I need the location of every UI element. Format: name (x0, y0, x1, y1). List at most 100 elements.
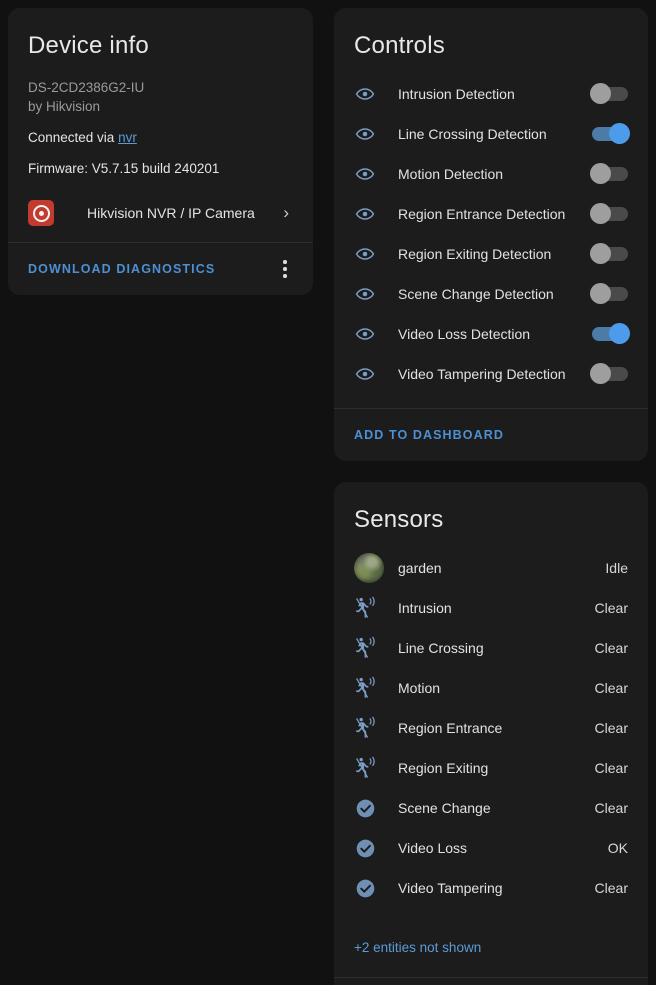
control-label: Intrusion Detection (398, 86, 515, 102)
sensor-row[interactable]: Motion Clear (334, 668, 648, 708)
control-label: Video Tampering Detection (398, 366, 566, 382)
motion-sensor-icon (356, 716, 375, 738)
control-row: Video Tampering Detection (334, 354, 648, 394)
integration-row[interactable]: Hikvision NVR / IP Camera › (28, 200, 293, 226)
sensor-label: Scene Change (398, 800, 491, 816)
controls-title: Controls (354, 32, 445, 59)
sensor-row[interactable]: Intrusion Clear (334, 588, 648, 628)
device-model: DS-2CD2386G2-IU (28, 80, 145, 95)
eye-icon (355, 248, 375, 260)
control-label: Line Crossing Detection (398, 126, 547, 142)
add-to-dashboard-button[interactable]: ADD TO DASHBOARD (354, 428, 630, 442)
sensor-label: Intrusion (398, 600, 452, 616)
eye-icon (355, 288, 375, 300)
control-toggle[interactable] (590, 363, 628, 384)
check-circle-icon (356, 799, 375, 817)
control-label: Scene Change Detection (398, 286, 554, 302)
control-toggle[interactable] (592, 323, 630, 344)
camera-thumbnail (354, 553, 384, 583)
sensor-value: Clear (594, 640, 628, 656)
motion-sensor-icon (356, 676, 375, 698)
sensor-value: Idle (605, 560, 628, 576)
sensor-label: Region Exiting (398, 760, 489, 776)
connected-via-label: Connected via (28, 130, 119, 145)
right-column: Controls Intrusion Detection Line Crossin… (334, 8, 648, 985)
firmware-version: Firmware: V5.7.15 build 240201 (28, 161, 220, 176)
sensor-label: Motion (398, 680, 441, 696)
control-toggle[interactable] (590, 83, 628, 104)
eye-icon (355, 208, 375, 220)
control-toggle[interactable] (590, 243, 628, 264)
sensor-row[interactable]: garden Idle (334, 548, 648, 588)
eye-icon (355, 128, 375, 140)
control-label: Region Entrance Detection (398, 206, 566, 222)
sensor-row[interactable]: Video Loss OK (334, 828, 648, 868)
sensor-icon-cell (354, 797, 398, 820)
check-circle-icon (356, 879, 375, 897)
sensor-value: Clear (594, 600, 628, 616)
control-row: Intrusion Detection (334, 74, 648, 114)
sensor-label: Line Crossing (398, 640, 484, 656)
sensor-label: garden (398, 560, 442, 576)
chevron-right-icon: › (283, 203, 289, 222)
sensor-row[interactable]: Region Exiting Clear (334, 748, 648, 788)
sensor-icon-cell (354, 676, 398, 700)
control-toggle[interactable] (590, 283, 628, 304)
entities-not-shown-link[interactable]: +2 entities not shown (334, 922, 648, 977)
control-toggle[interactable] (592, 123, 630, 144)
controls-card: Controls Intrusion Detection Line Crossin… (334, 8, 648, 461)
eye-icon (355, 328, 375, 340)
eye-icon (355, 168, 375, 180)
control-icon-cell (354, 363, 398, 385)
control-row: Motion Detection (334, 154, 648, 194)
device-info-title: Device info (28, 32, 149, 59)
sensors-list: garden Idle Intrusion Clear Line Crossing Cle… (334, 538, 648, 922)
device-info-body: DS-2CD2386G2-IU by Hikvision Connected v… (8, 64, 313, 242)
motion-sensor-icon (356, 756, 375, 778)
eye-icon (355, 88, 375, 100)
control-icon-cell (354, 323, 398, 345)
device-manufacturer: by Hikvision (28, 99, 101, 114)
sensor-value: Clear (594, 880, 628, 896)
integration-name: Hikvision NVR / IP Camera (87, 205, 255, 221)
controls-actions: ADD TO DASHBOARD (334, 409, 648, 461)
sensors-card: Sensors garden Idle Intrusion Clear Line Cro… (334, 482, 648, 985)
control-label: Video Loss Detection (398, 326, 531, 342)
left-column: Device info DS-2CD2386G2-IU by Hikvision… (8, 8, 313, 316)
sensor-icon-cell (354, 756, 398, 780)
sensor-row[interactable]: Line Crossing Clear (334, 628, 648, 668)
sensor-value: OK (607, 840, 628, 856)
sensor-icon-cell (354, 837, 398, 860)
sensor-value: Clear (594, 680, 628, 696)
overflow-menu-icon[interactable] (275, 257, 295, 281)
sensor-icon-cell (354, 596, 398, 620)
sensor-label: Video Loss (398, 840, 468, 856)
sensor-value: Clear (594, 720, 628, 736)
control-toggle[interactable] (590, 163, 628, 184)
connected-via-row: Connected via nvr (28, 128, 293, 147)
control-row: Region Exiting Detection (334, 234, 648, 274)
motion-sensor-icon (356, 636, 375, 658)
eye-icon (355, 368, 375, 380)
check-circle-icon (356, 839, 375, 857)
control-toggle[interactable] (590, 203, 628, 224)
sensor-icon-cell (354, 877, 398, 900)
control-icon-cell (354, 163, 398, 185)
control-label: Motion Detection (398, 166, 504, 182)
connected-via-link[interactable]: nvr (118, 130, 137, 145)
sensor-row[interactable]: Video Tampering Clear (334, 868, 648, 908)
sensor-row[interactable]: Scene Change Clear (334, 788, 648, 828)
control-icon-cell (354, 123, 398, 145)
sensor-label: Region Entrance (398, 720, 503, 736)
sensor-icon-cell (354, 716, 398, 740)
download-diagnostics-button[interactable]: DOWNLOAD DIAGNOSTICS (28, 262, 275, 276)
control-row: Video Loss Detection (334, 314, 648, 354)
sensor-row[interactable]: Region Entrance Clear (334, 708, 648, 748)
control-row: Region Entrance Detection (334, 194, 648, 234)
sensor-value: Clear (594, 760, 628, 776)
sensors-title: Sensors (354, 506, 444, 533)
control-icon-cell (354, 283, 398, 305)
device-info-actions: DOWNLOAD DIAGNOSTICS (8, 243, 313, 295)
sensor-icon-cell (354, 636, 398, 660)
device-page: Device info DS-2CD2386G2-IU by Hikvision… (0, 0, 656, 985)
